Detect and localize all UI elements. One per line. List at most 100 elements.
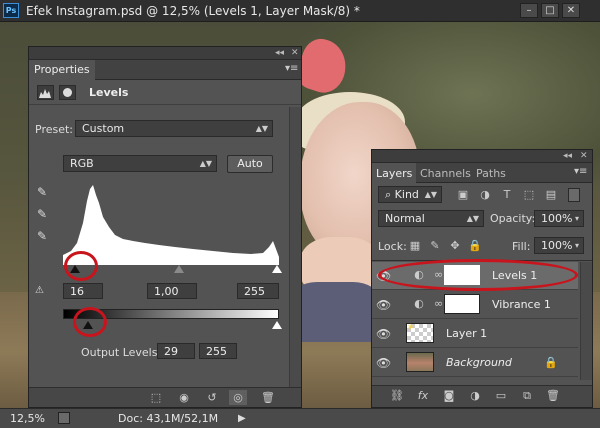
filter-pixel-icon[interactable]: ▣ <box>456 188 470 202</box>
lock-position-icon[interactable]: ✥ <box>448 239 462 253</box>
output-white-field[interactable]: 255 <box>199 343 237 359</box>
layer-row-layer1[interactable]: 👁 ✶ Layer 1 <box>372 320 578 348</box>
minimize-icon[interactable]: – <box>520 3 538 18</box>
output-black-field[interactable]: 29 <box>157 343 195 359</box>
tab-properties[interactable]: Properties <box>29 60 95 80</box>
collapse-icon[interactable]: ◂◂ <box>563 150 572 162</box>
chevron-updown-icon: ▲▼ <box>255 124 268 133</box>
properties-panel: ◂◂ ✕ Properties ▾≡ Levels Preset: Custom… <box>28 46 302 408</box>
input-gamma-handle[interactable] <box>174 265 184 273</box>
close-panel-icon[interactable]: ✕ <box>291 47 299 59</box>
zoom-level[interactable]: 12,5% <box>10 412 45 425</box>
chain-link-icon[interactable]: ∞ <box>434 297 443 311</box>
close-panel-icon[interactable]: ✕ <box>580 150 588 162</box>
lock-all-icon[interactable]: 🔒 <box>468 239 482 253</box>
tab-channels[interactable]: Channels <box>416 163 475 183</box>
clipping-warning-icon[interactable]: ⚠ <box>35 285 53 299</box>
mask-icon[interactable]: ◙ <box>440 388 458 403</box>
panel-menu-icon[interactable]: ▾≡ <box>285 63 298 74</box>
status-arrow-icon[interactable]: ▶ <box>238 413 246 424</box>
clip-to-layer-icon[interactable]: ⬚ <box>147 390 165 405</box>
output-levels-label: Output Levels: <box>81 346 162 359</box>
opacity-label: Opacity: <box>490 212 536 225</box>
chevron-down-icon: ▾ <box>574 241 579 250</box>
layers-scrollbar[interactable] <box>580 262 592 380</box>
layer-row-vibrance[interactable]: 👁 ◐ ∞ Vibrance 1 <box>372 291 578 319</box>
input-white-field[interactable]: 255 <box>237 283 279 299</box>
close-icon[interactable]: ✕ <box>562 3 580 18</box>
chevron-updown-icon: ▲▼ <box>199 159 212 168</box>
input-white-handle[interactable] <box>272 265 282 273</box>
lock-icon[interactable]: 🔒 <box>544 356 558 370</box>
link-icon[interactable]: ⛓ <box>388 388 406 403</box>
black-eyedropper-icon[interactable]: ✎ <box>37 185 51 199</box>
visibility-eye-icon[interactable]: 👁 <box>376 327 391 341</box>
input-black-field[interactable]: 16 <box>63 283 103 299</box>
trash-icon[interactable]: 🗑 <box>544 388 562 403</box>
tab-paths[interactable]: Paths <box>472 163 510 183</box>
chevron-down-icon: ▾ <box>574 214 579 223</box>
opacity-field[interactable]: 100% ▾ <box>534 210 584 227</box>
fill-label: Fill: <box>512 240 531 253</box>
layer-name: Layer 1 <box>446 327 488 340</box>
preset-dropdown[interactable]: Custom ▲▼ <box>75 120 273 137</box>
highlight-circle <box>378 259 578 291</box>
highlight-circle <box>64 251 98 281</box>
channel-dropdown[interactable]: RGB ▲▼ <box>63 155 217 172</box>
status-icon[interactable] <box>58 412 70 424</box>
collapse-icon[interactable]: ◂◂ <box>275 47 284 59</box>
maximize-icon[interactable]: □ <box>541 3 559 18</box>
white-eyedropper-icon[interactable]: ✎ <box>37 229 51 243</box>
adjustment-icon[interactable]: ◑ <box>466 388 484 403</box>
preset-label: Preset: <box>35 123 74 136</box>
layer-mask-thumbnail[interactable] <box>444 294 480 314</box>
status-bar: 12,5% Doc: 43,1M/52,1M ▶ <box>0 408 600 428</box>
search-icon: ⌕ <box>385 188 392 201</box>
filter-toggle[interactable] <box>568 188 580 202</box>
sparkle-icon: ✶ <box>407 323 415 333</box>
photoshop-logo: Ps <box>3 3 19 18</box>
document-title: Efek Instagram.psd @ 12,5% (Levels 1, La… <box>26 4 360 18</box>
levels-adjustment-icon[interactable] <box>37 85 54 100</box>
lock-image-icon[interactable]: ✎ <box>428 239 442 253</box>
chevron-updown-icon: ▲▼ <box>424 190 437 199</box>
output-white-handle[interactable] <box>272 321 282 329</box>
layer-thumbnail[interactable] <box>406 352 434 372</box>
layer-row-background[interactable]: 👁 Background 🔒 <box>372 349 578 377</box>
panel-menu-icon[interactable]: ▾≡ <box>574 166 587 177</box>
visibility-eye-icon[interactable]: 👁 <box>376 356 391 370</box>
layers-panel: ◂◂ ✕ Layers Channels Paths ▾≡ ⌕ Kind ▲▼ ▣… <box>371 149 593 408</box>
reset-icon[interactable]: ↺ <box>203 390 221 405</box>
layer-thumbnail[interactable]: ✶ <box>406 323 434 343</box>
lock-transparent-icon[interactable]: ▦ <box>408 239 422 253</box>
auto-button[interactable]: Auto <box>227 155 273 173</box>
tab-layers[interactable]: Layers <box>372 163 417 183</box>
fx-icon[interactable]: fx <box>414 388 432 403</box>
fill-field[interactable]: 100% ▾ <box>534 237 584 254</box>
layer-name: Vibrance 1 <box>492 298 551 311</box>
doc-size: Doc: 43,1M/52,1M <box>118 412 219 425</box>
gray-eyedropper-icon[interactable]: ✎ <box>37 207 51 221</box>
input-gamma-field[interactable]: 1,00 <box>147 283 197 299</box>
folder-icon[interactable]: ▭ <box>492 388 510 403</box>
histogram <box>63 183 279 265</box>
filter-shape-icon[interactable]: ⬚ <box>522 188 536 202</box>
properties-scrollbar[interactable] <box>289 107 301 387</box>
visibility-icon[interactable]: ◎ <box>229 390 247 405</box>
filter-smart-object-icon[interactable]: ▤ <box>544 188 558 202</box>
trash-icon[interactable]: 🗑 <box>259 390 277 405</box>
layer-name: Background <box>446 356 512 369</box>
adjustment-layer-icon: ◐ <box>414 297 424 310</box>
filter-type-icon[interactable]: T <box>500 188 514 202</box>
filter-adjustment-icon[interactable]: ◑ <box>478 188 492 202</box>
filter-kind-dropdown[interactable]: ⌕ Kind ▲▼ <box>378 186 442 203</box>
adjustment-title: Levels <box>89 86 129 99</box>
visibility-eye-icon[interactable]: 👁 <box>376 298 391 312</box>
highlight-circle <box>73 307 107 337</box>
lock-label: Lock: <box>378 240 407 253</box>
layer-mask-icon[interactable] <box>59 85 76 100</box>
blend-mode-dropdown[interactable]: Normal ▲▼ <box>378 210 484 227</box>
window-titlebar: Ps Efek Instagram.psd @ 12,5% (Levels 1,… <box>0 0 600 22</box>
new-layer-icon[interactable]: ⧉ <box>518 388 536 403</box>
view-previous-icon[interactable]: ◉ <box>175 390 193 405</box>
